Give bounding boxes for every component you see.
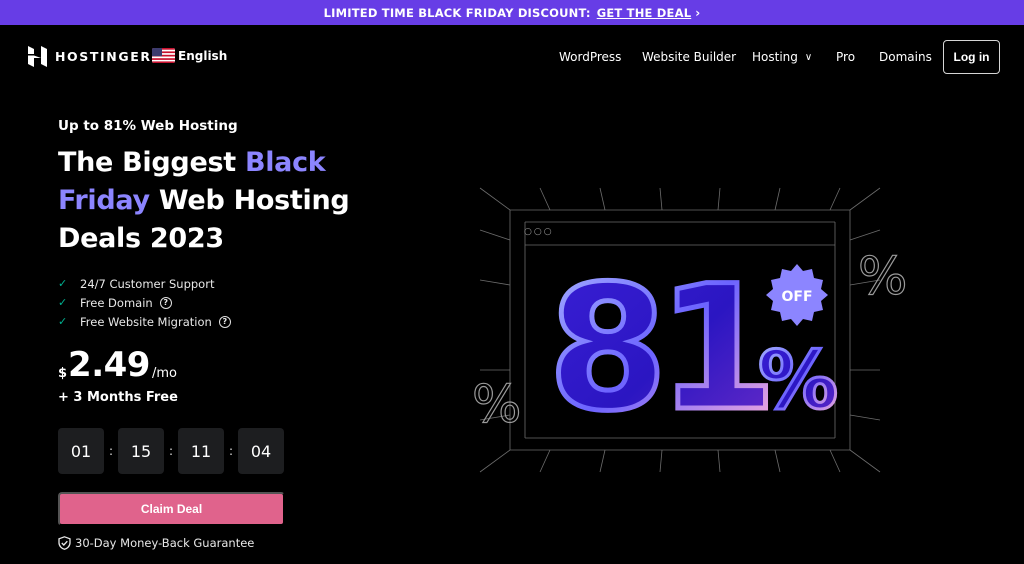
feature-item: ✓ 24/7 Customer Support bbox=[58, 274, 231, 293]
shield-check-icon bbox=[58, 536, 71, 550]
hostinger-logo[interactable]: HOSTINGER bbox=[28, 46, 152, 67]
nav-pro[interactable]: Pro bbox=[836, 50, 855, 64]
us-flag-icon bbox=[152, 48, 175, 63]
discount-illustration: ○○○ 81 % % % OFF bbox=[471, 187, 908, 473]
nav-domains[interactable]: Domains bbox=[879, 50, 932, 64]
title-part-1: The Biggest bbox=[58, 147, 245, 178]
countdown-days: 01 bbox=[58, 428, 104, 474]
countdown-hours: 15 bbox=[118, 428, 164, 474]
countdown-separator: : bbox=[108, 444, 114, 458]
title-accent-black: Black bbox=[244, 147, 326, 178]
money-back-guarantee: 30-Day Money-Back Guarantee bbox=[58, 536, 254, 550]
price: $ 2.49 /mo bbox=[58, 346, 177, 384]
side-percent-right: % bbox=[858, 247, 907, 307]
window-dots-icon: ○○○ bbox=[524, 227, 554, 237]
promo-text: LIMITED TIME BLACK FRIDAY DISCOUNT: bbox=[323, 5, 591, 20]
hero-subtitle: Up to 81% Web Hosting bbox=[58, 118, 238, 134]
brand-name: HOSTINGER bbox=[55, 49, 152, 64]
price-amount: 2.49 bbox=[68, 345, 150, 385]
get-the-deal-link[interactable]: GET THE DEAL bbox=[597, 6, 692, 20]
claim-deal-button[interactable]: Claim Deal bbox=[58, 492, 285, 526]
feature-label: Free Domain bbox=[80, 295, 153, 310]
language-label: English bbox=[178, 48, 228, 63]
login-button[interactable]: Log in bbox=[943, 40, 1000, 74]
badge-label: OFF bbox=[781, 289, 812, 305]
check-icon: ✓ bbox=[58, 296, 68, 309]
countdown-timer: 01 : 15 : 11 : 04 bbox=[58, 428, 284, 474]
promo-bar: LIMITED TIME BLACK FRIDAY DISCOUNT: GET … bbox=[0, 0, 1024, 25]
countdown-minutes: 11 bbox=[178, 428, 224, 474]
nav-hosting-label: Hosting bbox=[752, 50, 798, 64]
help-icon[interactable]: ? bbox=[218, 315, 231, 328]
help-icon[interactable]: ? bbox=[159, 296, 172, 309]
nav-hosting[interactable]: Hosting ∨ bbox=[752, 50, 812, 64]
price-period: /mo bbox=[151, 366, 177, 381]
title-accent-friday: Friday bbox=[58, 185, 150, 216]
header: HOSTINGER English WordPress Website Buil… bbox=[0, 25, 1024, 89]
feature-label: Free Website Migration bbox=[80, 314, 212, 329]
hero-title: The Biggest Black Friday Web Hosting Deal… bbox=[58, 144, 388, 258]
feature-label: 24/7 Customer Support bbox=[80, 276, 215, 291]
nav-wordpress[interactable]: WordPress bbox=[559, 50, 621, 64]
language-selector[interactable]: English bbox=[152, 48, 227, 63]
side-percent-left: % bbox=[472, 375, 521, 435]
nav-website-builder[interactable]: Website Builder bbox=[642, 50, 736, 64]
big-discount-number: 81 bbox=[548, 248, 767, 449]
chevron-right-icon: › bbox=[695, 5, 701, 20]
feature-item: ✓ Free Website Migration ? bbox=[58, 312, 231, 331]
hostinger-h-icon bbox=[28, 46, 47, 67]
countdown-separator: : bbox=[228, 444, 234, 458]
check-icon: ✓ bbox=[58, 277, 68, 290]
countdown-separator: : bbox=[168, 444, 174, 458]
countdown-seconds: 04 bbox=[238, 428, 284, 474]
check-icon: ✓ bbox=[58, 315, 68, 328]
chevron-down-icon: ∨ bbox=[804, 52, 813, 63]
bonus-text: + 3 Months Free bbox=[58, 390, 178, 405]
big-percent-sign: % bbox=[758, 334, 838, 427]
off-badge: OFF bbox=[766, 264, 828, 326]
guarantee-label: 30-Day Money-Back Guarantee bbox=[75, 536, 255, 550]
feature-list: ✓ 24/7 Customer Support ✓ Free Domain ? … bbox=[58, 274, 231, 331]
price-currency: $ bbox=[58, 366, 68, 381]
feature-item: ✓ Free Domain ? bbox=[58, 293, 231, 312]
